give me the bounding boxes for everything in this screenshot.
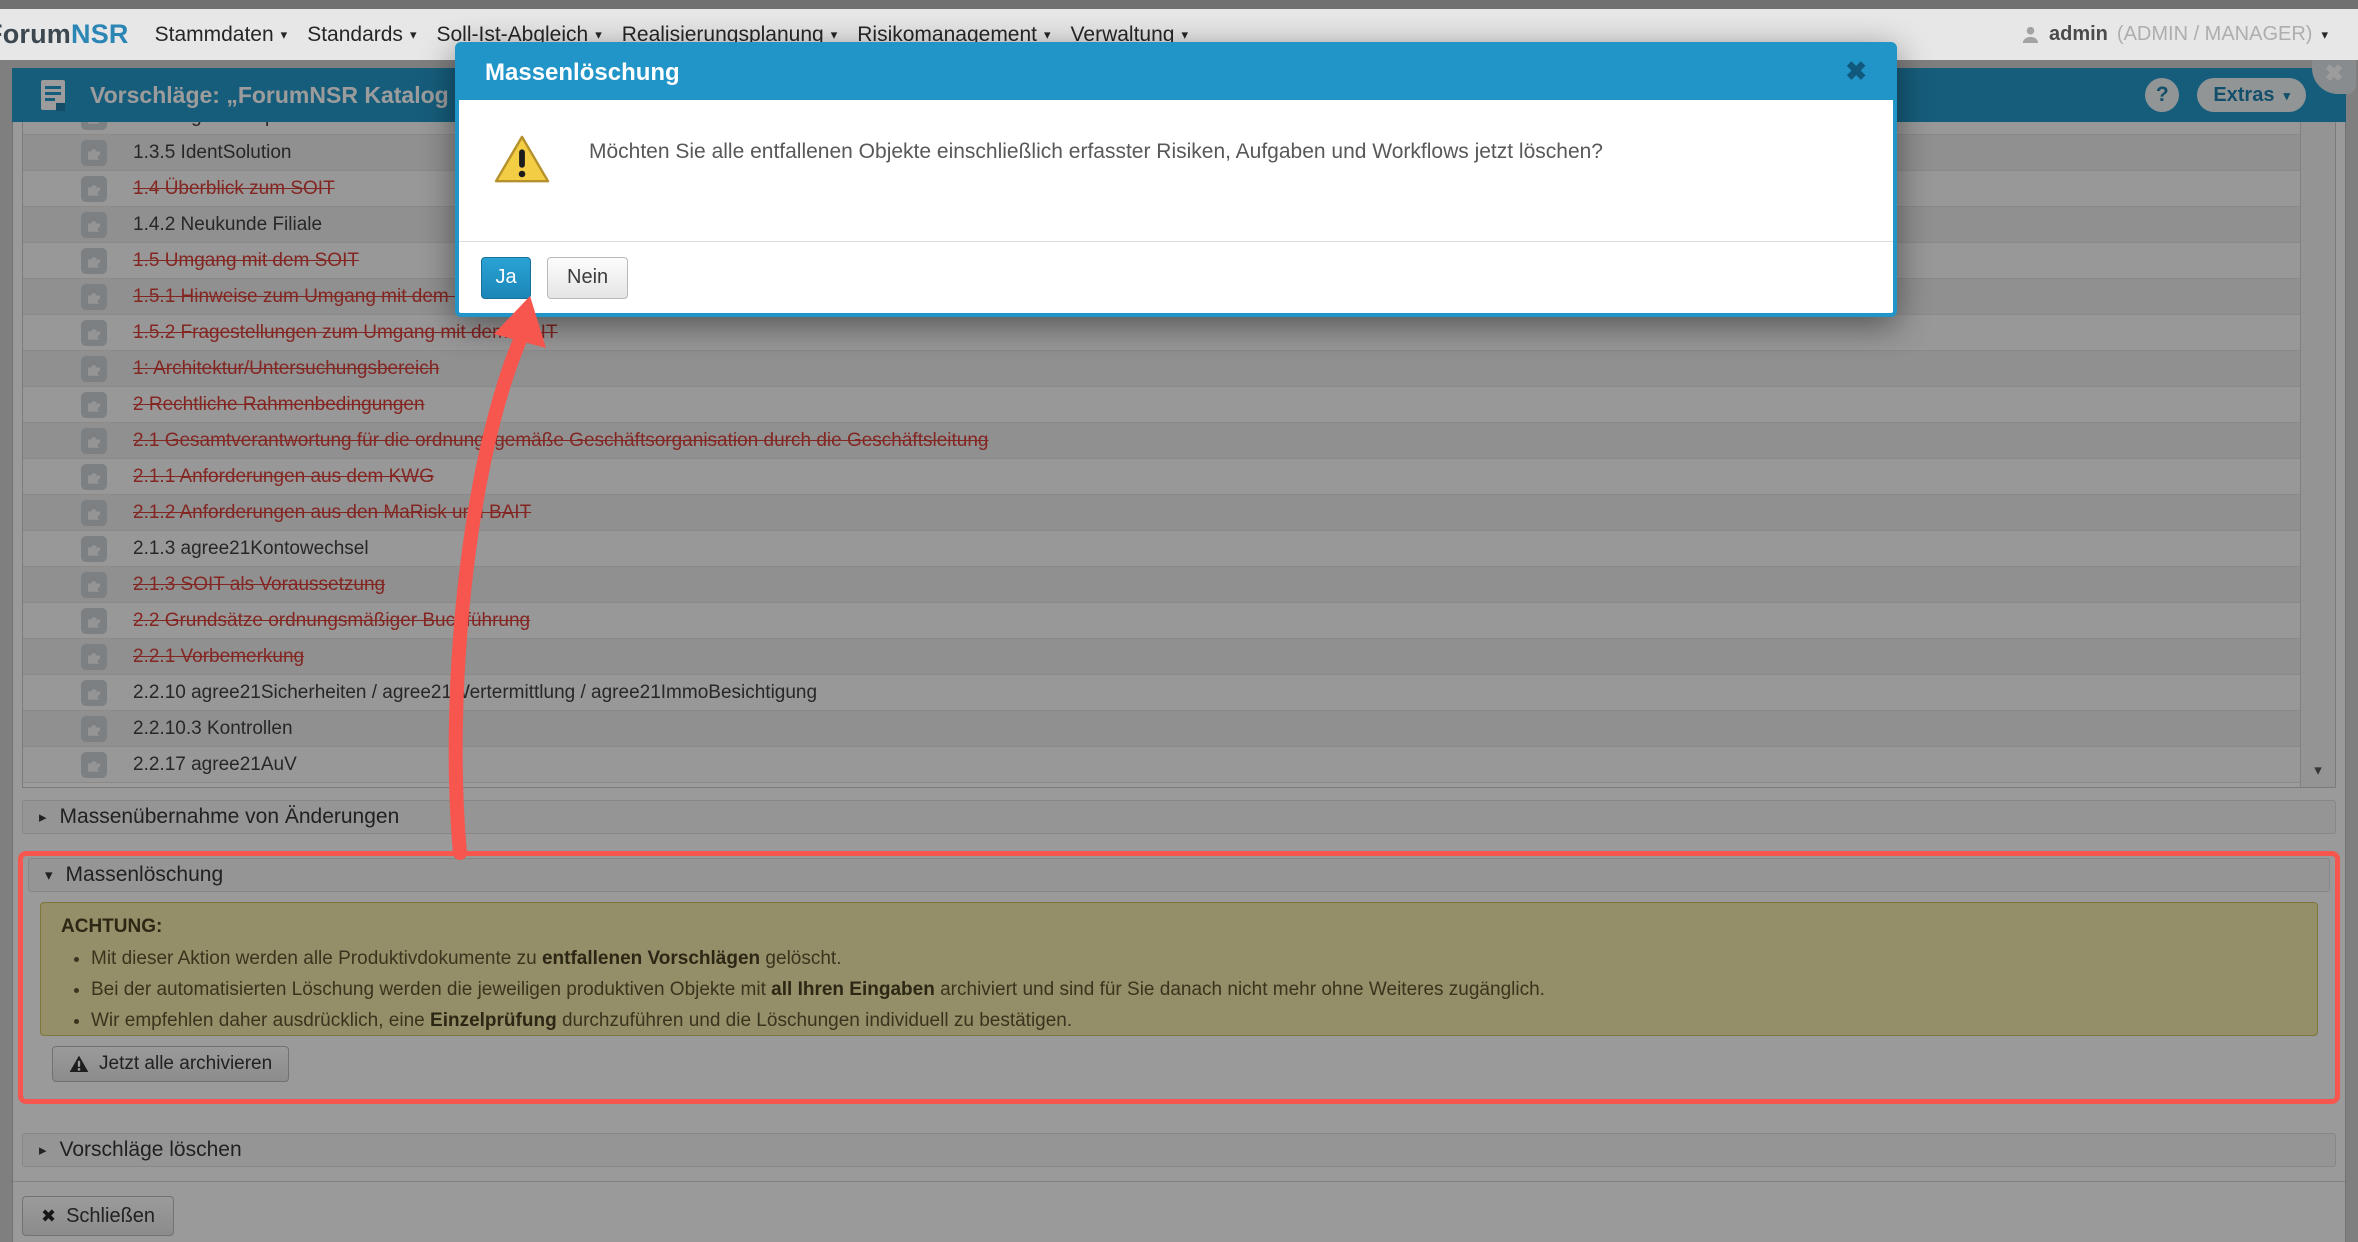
window-edge-strip [0, 0, 2358, 9]
nav-item-stammdaten[interactable]: Stammdaten▾ [155, 23, 288, 47]
user-role: (ADMIN / MANAGER) [2117, 23, 2313, 46]
warning-triangle-icon [493, 134, 551, 186]
chevron-down-icon: ▾ [2321, 28, 2328, 41]
chevron-down-icon: ▾ [595, 28, 602, 41]
dialog-message: Möchten Sie alle entfallenen Objekte ein… [589, 126, 1603, 215]
app-logo[interactable]: ForumNSR [0, 19, 129, 50]
dialog-header: Massenlöschung ✖ [459, 46, 1893, 100]
no-button[interactable]: Nein [547, 257, 628, 299]
screen: ForumNSR Stammdaten▾ Standards▾ Soll-Ist… [0, 0, 2358, 1242]
chevron-down-icon: ▾ [410, 28, 417, 41]
chevron-down-icon: ▾ [831, 28, 838, 41]
logo-part-2: NSR [71, 19, 129, 49]
chevron-down-icon: ▾ [1044, 28, 1051, 41]
logo-part-1: Forum [0, 19, 71, 49]
nav-item-standards[interactable]: Standards▾ [307, 23, 416, 47]
dialog-body: Möchten Sie alle entfallenen Objekte ein… [459, 100, 1893, 241]
user-icon [2021, 25, 2040, 44]
user-menu[interactable]: admin (ADMIN / MANAGER) ▾ [2021, 23, 2328, 46]
user-name: admin [2049, 23, 2108, 46]
dialog-title: Massenlöschung [485, 59, 680, 87]
dialog-footer: Ja Nein [459, 241, 1893, 313]
chevron-down-icon: ▾ [1181, 28, 1188, 41]
dialog-close-icon[interactable]: ✖ [1845, 58, 1867, 84]
chevron-down-icon: ▾ [281, 28, 288, 41]
massenloeschung-dialog: Massenlöschung ✖ Möchten Sie alle entfal… [455, 42, 1897, 317]
yes-button[interactable]: Ja [481, 257, 531, 299]
